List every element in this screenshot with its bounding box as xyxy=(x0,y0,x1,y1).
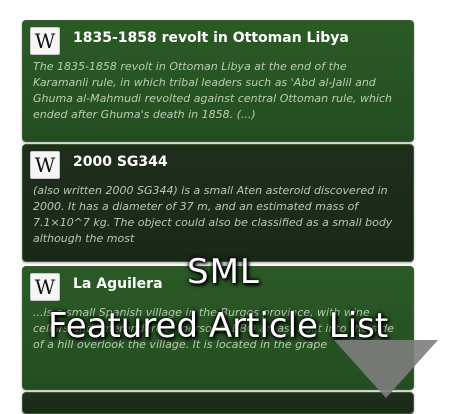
article-summary: (also written 2000 SG344) is a small Ate… xyxy=(33,184,393,245)
article-card[interactable]: W 1835-1858 revolt in Ottoman Libya The … xyxy=(22,20,414,142)
article-card-header: W 2000 SG344 xyxy=(23,145,413,181)
wikipedia-icon: W xyxy=(30,273,60,301)
article-title: 2000 SG344 xyxy=(73,154,168,170)
wikipedia-icon: W xyxy=(30,151,60,179)
article-title: 1835-1858 revolt in Ottoman Libya xyxy=(73,30,349,46)
overlay-title-sml: SML xyxy=(187,252,260,292)
wikipedia-icon: W xyxy=(30,27,60,55)
article-card[interactable]: W 2000 SG344 (also written 2000 SG344) i… xyxy=(22,144,414,262)
article-summary: The 1835-1858 revolt in Ottoman Libya at… xyxy=(33,60,392,121)
article-card-header: W 1835-1858 revolt in Ottoman Libya xyxy=(23,21,413,57)
down-arrow-icon xyxy=(334,340,438,398)
